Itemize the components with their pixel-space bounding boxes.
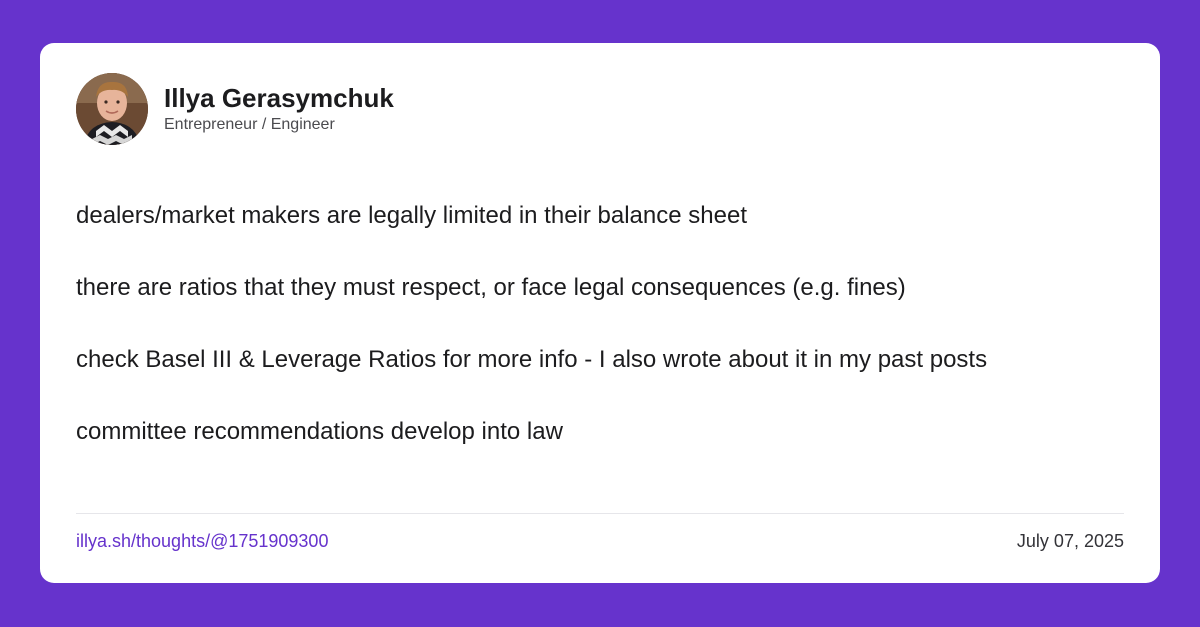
post-date: July 07, 2025	[1016, 531, 1124, 551]
post-paragraph: check Basel III & Leverage Ratios for mo…	[76, 346, 988, 373]
author-role: Entrepreneur / Engineer	[164, 115, 335, 133]
author-identity: Illya Gerasymchuk Entrepreneur / Enginee…	[164, 83, 394, 136]
post-paragraph: dealers/market makers are legally limite…	[76, 202, 747, 229]
post-header: Illya Gerasymchuk Entrepreneur / Enginee…	[76, 73, 394, 145]
author-name: Illya Gerasymchuk	[164, 82, 394, 113]
avatar-photo-icon	[76, 73, 148, 145]
footer-divider	[76, 513, 1124, 514]
post-body: dealers/market makers are legally limite…	[76, 200, 1136, 488]
post-paragraph: committee recommendations develop into l…	[76, 418, 563, 445]
post-paragraph: there are ratios that they must respect,…	[76, 274, 906, 301]
post-card: Illya Gerasymchuk Entrepreneur / Enginee…	[40, 43, 1160, 583]
avatar	[76, 73, 148, 145]
post-permalink[interactable]: illya.sh/thoughts/@1751909300	[76, 529, 328, 553]
